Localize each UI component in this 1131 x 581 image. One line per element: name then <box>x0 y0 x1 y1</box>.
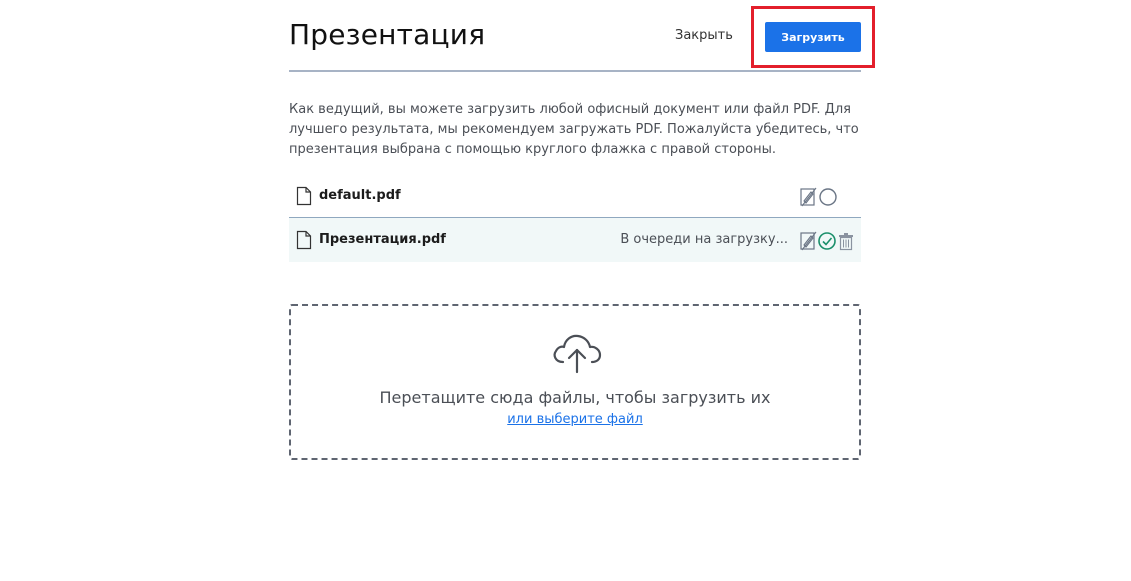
file-dropzone[interactable]: Перетащите сюда файлы, чтобы загрузить и… <box>289 304 861 460</box>
dropzone-text: Перетащите сюда файлы, чтобы загрузить и… <box>379 388 771 407</box>
file-name: default.pdf <box>319 188 401 203</box>
upload-status: В очереди на загрузку... <box>620 232 788 247</box>
modal-title: Презентация <box>289 18 486 51</box>
upload-button[interactable]: Загрузить <box>765 22 861 52</box>
file-row: Презентация.pdf В очереди на загрузку... <box>289 218 861 262</box>
cloud-upload-icon <box>553 334 602 374</box>
close-button[interactable]: Закрыть <box>675 28 733 43</box>
trash-icon[interactable] <box>836 231 856 251</box>
annotation-toggle-icon[interactable] <box>799 231 819 251</box>
document-icon <box>296 230 312 250</box>
file-row: default.pdf <box>289 174 861 218</box>
modal-header: Презентация Закрыть Загрузить <box>289 0 875 72</box>
select-circle-icon[interactable] <box>818 187 838 207</box>
choose-file-link[interactable]: или выберите файл <box>291 412 859 427</box>
instructions-text: Как ведущий, вы можете загрузить любой о… <box>289 102 859 157</box>
file-name: Презентация.pdf <box>319 232 446 247</box>
file-list: default.pdf Презентация.pdf В очереди на… <box>289 174 861 262</box>
selected-check-icon[interactable] <box>817 231 837 251</box>
presentation-upload-modal: Презентация Закрыть Загрузить Как ведущи… <box>289 0 875 581</box>
annotation-toggle-icon[interactable] <box>799 187 819 207</box>
document-icon <box>296 186 312 206</box>
